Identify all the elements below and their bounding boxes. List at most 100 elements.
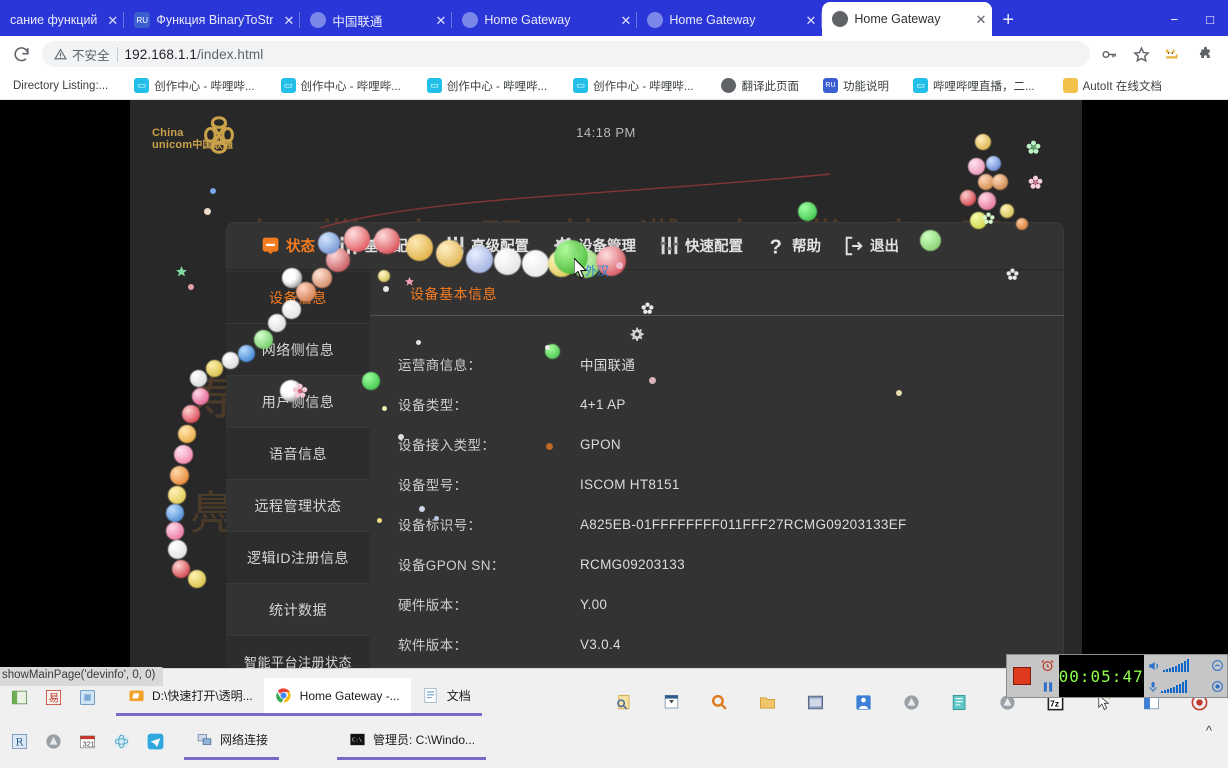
nav-item-quick-config[interactable]: 快速配置 [647,226,754,266]
bookmark-item[interactable]: ▭ 创作中心 - 哔哩哔... [274,75,408,97]
app-icon[interactable] [36,724,70,758]
new-tab-button[interactable]: + [992,4,1024,36]
hourglass-icon[interactable] [654,685,688,719]
calendar-icon[interactable]: 321 [70,724,104,758]
sidebar-item-user-info[interactable]: 用户侧信息 [226,376,370,428]
sidebar-item-network-info[interactable]: 网络侧信息 [226,324,370,376]
app-gray-icon[interactable] [894,685,928,719]
bookmark-item[interactable]: AutoIt 在线文档 [1056,75,1169,97]
sidebar-item-statistics[interactable]: 统计数据 [226,584,370,636]
browser-tab[interactable]: RU Функция BinaryToStr ✕ [124,4,301,36]
svg-text:R: R [15,736,23,748]
sidebar-item-logic-id[interactable]: 逻辑ID注册信息 [226,532,370,584]
notebook-icon[interactable] [942,685,976,719]
nav-label: 快速配置 [685,239,743,255]
show-hidden-icons-button[interactable]: ^ [1206,723,1212,738]
bookmark-item[interactable]: 翻译此页面 [714,75,806,97]
close-icon[interactable]: ✕ [435,14,446,27]
sidebar-item-voice-info[interactable]: 语音信息 [226,428,370,480]
tab-title: сание функций [10,13,98,27]
bilibili-icon: ▭ [280,78,296,93]
browser-tab[interactable]: сание функций ✕ [0,4,125,36]
bilibili-icon: ▭ [912,78,928,93]
network-icon [195,731,213,749]
bookmark-item[interactable]: ▭ 哔哩哔哩直播，二... [906,75,1042,97]
nav-label: 帮助 [792,239,821,255]
taskbar-button-chrome[interactable]: Home Gateway -... [263,678,411,716]
browser-tab[interactable]: 中国联通 ✕ [300,4,453,36]
atom-icon[interactable] [104,724,138,758]
svg-text:7z: 7z [1049,698,1059,708]
nav-item-device-management[interactable]: 设备管理 [540,226,647,266]
browser-tab[interactable]: Home Gateway ✕ [637,4,823,36]
taskbar-button-label: Home Gateway -... [299,688,400,703]
sidebar-label: 语音信息 [269,445,327,462]
speaker-icon [1149,661,1158,670]
reload-icon[interactable] [10,43,32,65]
flower-sprite [1028,175,1043,195]
info-label: 设备接入类型： [398,438,496,453]
close-icon[interactable]: ✕ [975,13,986,26]
bookmark-label: 哔哩哔哩直播，二... [932,80,1035,93]
nav-item-status[interactable]: 状态 [248,226,326,266]
key-icon[interactable] [1100,45,1118,63]
wifi-icon[interactable] [1209,655,1227,676]
monitor-icon[interactable] [1209,676,1227,697]
browser-tab[interactable]: Home Gateway ✕ [452,4,638,36]
globe-icon [310,12,327,28]
tab-title: 中国联通 [332,14,383,29]
toolbar-icons [1100,45,1218,63]
bookmark-item[interactable]: ▭ 创作中心 - 哔哩哔... [127,75,261,97]
screen-recorder-widget[interactable]: 00:05:47 [1006,654,1228,698]
ru-icon: RU [822,78,838,93]
media-icon[interactable] [798,685,832,719]
info-label: 设备GPON SN： [398,558,505,573]
nav-item-help[interactable]: ? 帮助 [754,226,832,266]
r-icon[interactable]: R [2,724,36,758]
stop-button[interactable] [1007,655,1037,697]
info-value: RCMG09203133 [580,556,685,572]
browser-tab-active[interactable]: Home Gateway ✕ [822,2,993,36]
taskbar-button-console[interactable]: C:\ 管理员: C:\Windo... [337,722,487,760]
close-icon[interactable]: ✕ [107,14,118,27]
bookmark-label: 翻译此页面 [741,80,799,93]
taskbar-button-document[interactable]: 文档 [410,678,482,716]
telegram-icon[interactable] [138,724,172,758]
search-icon[interactable] [702,685,736,719]
close-icon[interactable]: ✕ [620,14,631,27]
bookmark-item[interactable]: RU 功能说明 [816,75,896,97]
sidebar-item-platform-registration[interactable]: 智能平台注册状态 [226,636,370,668]
puzzle-extension-icon[interactable] [1196,45,1214,63]
nav-item-advanced-config[interactable]: 高级配置 [433,226,540,266]
sidebar-item-remote-management[interactable]: 远程管理状态 [226,480,370,532]
subtab-device-basic-info[interactable]: 设备基本信息 [396,284,511,315]
tab-title: Home Gateway [484,13,571,27]
maximize-button[interactable]: □ [1192,4,1228,36]
sidebar-item-device-info[interactable]: 设备信息 [226,272,370,324]
blue-person-icon[interactable] [846,685,880,719]
cat-extension-icon[interactable] [1164,45,1182,63]
star-icon[interactable] [1132,45,1150,63]
folder-icon[interactable] [750,685,784,719]
close-icon[interactable]: ✕ [283,14,294,27]
pause-icon[interactable] [1037,676,1059,697]
sliders-icon [658,235,680,257]
taskbar-button-network[interactable]: 网络连接 [184,722,280,760]
magnify-doc-icon[interactable] [606,685,640,719]
minimize-button[interactable]: − [1157,4,1193,36]
status-text: showMainPage('devinfo', 0, 0) [2,669,156,681]
bookmark-item[interactable]: ▭ 创作中心 - 哔哩哔... [566,75,700,97]
nav-item-exit[interactable]: 退出 [832,226,910,266]
close-icon[interactable]: ✕ [805,14,816,27]
recorder-side-buttons [1208,655,1227,697]
address-bar[interactable]: 不安全 192.168.1.1/index.html [42,41,1090,67]
nav-item-basic-config[interactable]: 基础配置 [326,226,433,266]
recorder-controls [1036,655,1059,697]
info-label: 设备型号： [398,478,468,493]
alarm-icon[interactable] [1037,655,1059,676]
insecure-indicator[interactable]: 不安全 [54,45,110,64]
main-navigation: 状态 基础配置 高级配置 设备管理 快速配置 ? 帮助 退出 [226,222,1064,270]
bookmark-item[interactable]: Directory Listing:... [6,77,115,95]
bookmark-item[interactable]: ▭ 创作中心 - 哔哩哔... [420,75,554,97]
info-label: 设备类型： [398,398,468,413]
